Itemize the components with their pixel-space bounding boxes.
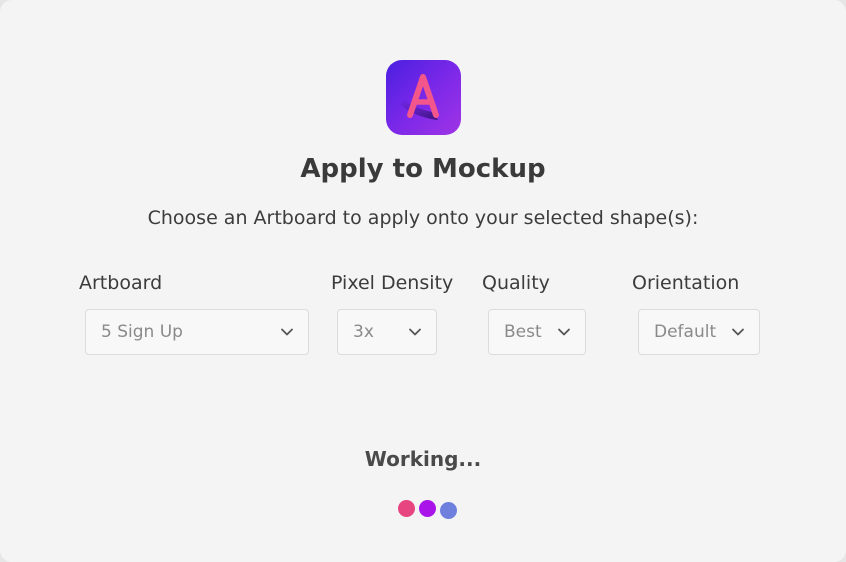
artboard-select[interactable]: 5 Sign Up <box>85 309 309 355</box>
artboard-select-value: 5 Sign Up <box>101 322 183 342</box>
pixel-density-select[interactable]: 3x <box>337 309 437 355</box>
chevron-down-icon <box>558 328 570 336</box>
dialog-subtitle: Choose an Artboard to apply onto your se… <box>147 207 699 229</box>
chevron-down-icon <box>732 328 744 336</box>
artboard-label: Artboard <box>79 272 163 294</box>
pixel-density-select-value: 3x <box>353 322 374 342</box>
orientation-select-value: Default <box>654 322 717 342</box>
pixel-density-label: Pixel Density <box>331 272 454 294</box>
apply-to-mockup-dialog: Apply to Mockup Choose an Artboard to ap… <box>0 0 846 562</box>
working-status: Working... <box>364 447 482 471</box>
quality-select[interactable]: Best <box>488 309 586 355</box>
quality-label: Quality <box>482 272 550 294</box>
dialog-title: Apply to Mockup <box>300 154 546 184</box>
anima-logo-icon <box>386 60 461 135</box>
chevron-down-icon <box>281 328 293 336</box>
loader-dot <box>419 500 436 517</box>
orientation-select[interactable]: Default <box>638 309 760 355</box>
orientation-label: Orientation <box>632 272 740 294</box>
loader-dot <box>440 502 457 519</box>
chevron-down-icon <box>409 328 421 336</box>
loader-dot <box>398 500 415 517</box>
quality-select-value: Best <box>504 322 542 342</box>
